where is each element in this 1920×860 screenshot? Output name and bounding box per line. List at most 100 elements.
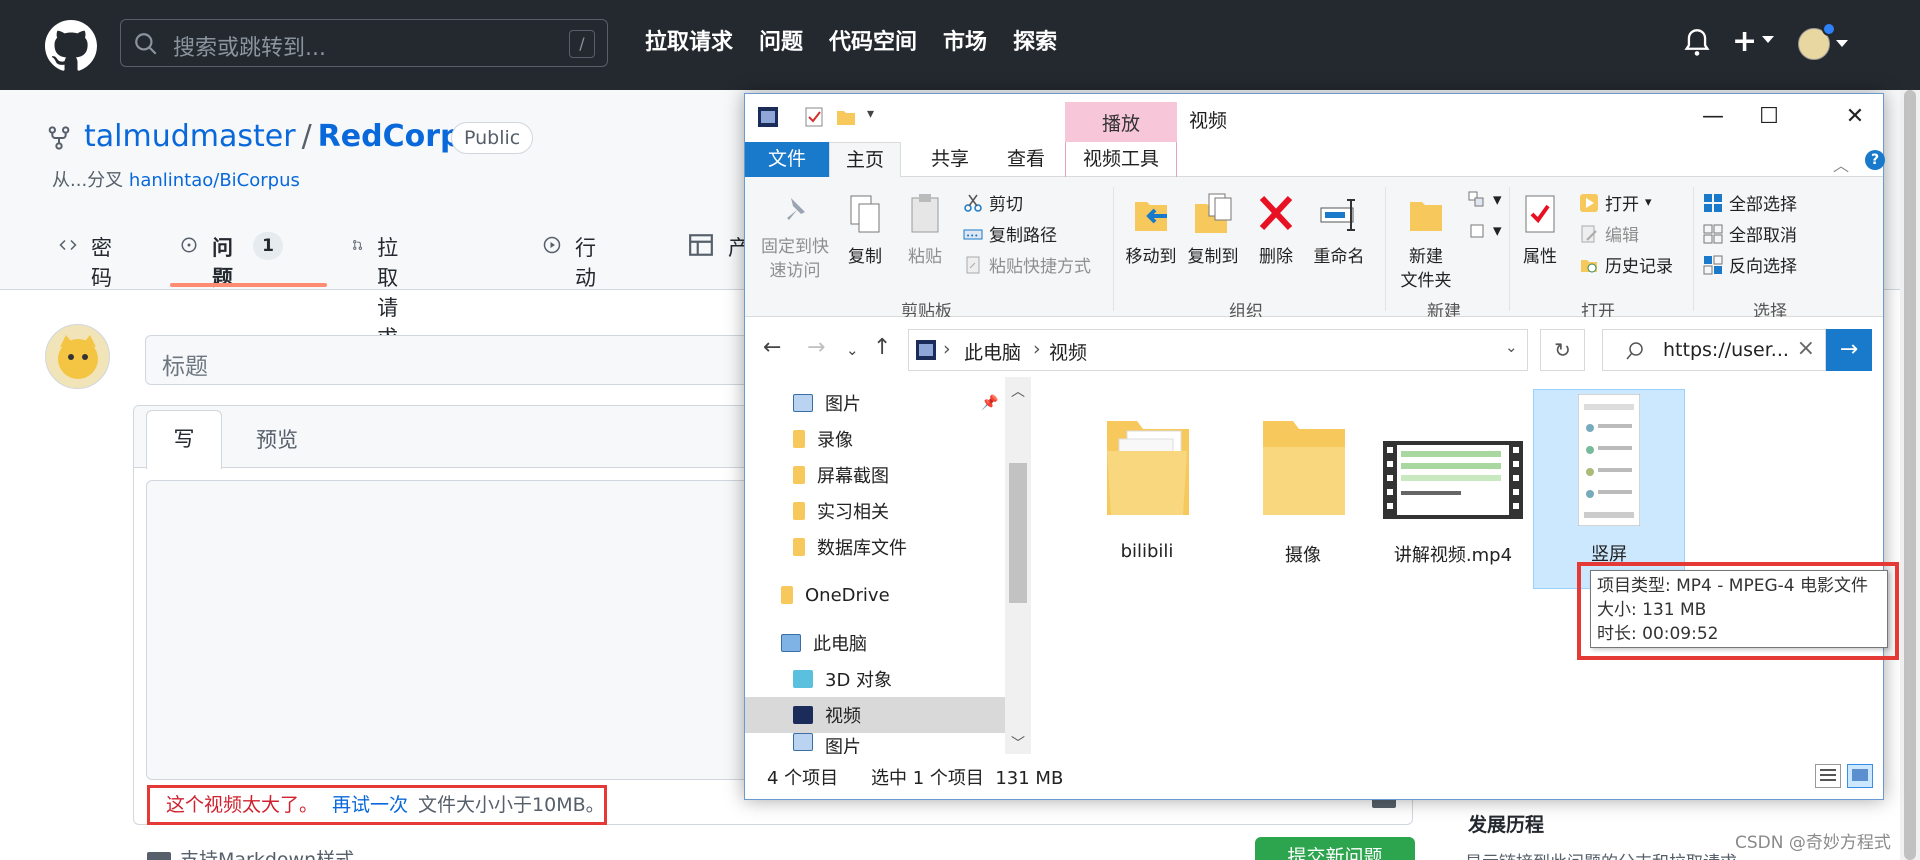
maximize-button[interactable]: ☐ bbox=[1741, 100, 1797, 136]
address-bar[interactable]: › 此电脑 › 视频 ⌄ bbox=[908, 329, 1528, 371]
file-item-bilibili[interactable]: bilibili bbox=[1071, 391, 1223, 581]
paste-shortcut-button[interactable]: 粘贴快捷方式 bbox=[963, 252, 1091, 277]
retry-link[interactable]: 再试一次 bbox=[332, 794, 408, 816]
scroll-up-icon[interactable]: ︿ bbox=[1011, 381, 1025, 401]
collapse-ribbon-icon[interactable]: ︿ bbox=[1833, 152, 1849, 176]
search-go-button[interactable]: → bbox=[1826, 329, 1872, 371]
copy-to-label: 复制到 bbox=[1187, 247, 1239, 267]
edit-button[interactable]: 编辑 bbox=[1579, 221, 1639, 246]
tab-actions[interactable]: 行动 bbox=[543, 232, 604, 290]
nav-item-label: 视频 bbox=[825, 706, 861, 727]
help-icon[interactable]: ? bbox=[1865, 150, 1885, 170]
file-item-camera[interactable]: 摄像 bbox=[1227, 391, 1379, 581]
nav-scroll-thumb[interactable] bbox=[1009, 463, 1027, 603]
properties-checkbox-icon[interactable] bbox=[803, 106, 825, 128]
copy-path-button[interactable]: ••• 复制路径 bbox=[963, 221, 1057, 246]
nav-item-pictures-2[interactable]: 图片 bbox=[745, 733, 1005, 754]
file-item-lecture-video[interactable]: 讲解视频.mp4 bbox=[1377, 391, 1529, 581]
cut-button[interactable]: 剪切 bbox=[963, 190, 1023, 215]
select-none-button[interactable]: 全部取消 bbox=[1703, 221, 1797, 246]
nav-item-internship[interactable]: 实习相关 bbox=[745, 493, 1005, 529]
issue-title-input[interactable]: 标题 bbox=[145, 335, 785, 385]
nav-item-3d-objects[interactable]: 3D 对象 bbox=[745, 661, 1005, 697]
close-button[interactable]: ✕ bbox=[1827, 100, 1883, 136]
pin-quick-access-button[interactable]: 固定到快 速访问 bbox=[755, 192, 835, 283]
scroll-down-icon[interactable]: ﹀ bbox=[1011, 733, 1025, 753]
new-folder-qa-icon[interactable] bbox=[835, 106, 857, 128]
create-new-button[interactable]: + bbox=[1732, 24, 1757, 59]
github-logo-icon[interactable] bbox=[45, 20, 97, 72]
chevron-down-icon[interactable] bbox=[1836, 40, 1848, 47]
forked-from: 从...分叉 hanlintao/BiCorpus bbox=[52, 166, 300, 192]
chevron-down-icon: ▾ bbox=[1493, 221, 1502, 241]
issue-author-avatar bbox=[45, 324, 110, 389]
nav-item-onedrive[interactable]: OneDrive bbox=[745, 577, 1005, 613]
chevron-down-icon[interactable] bbox=[1762, 36, 1774, 43]
nav-issues[interactable]: 问题 bbox=[759, 24, 803, 56]
pictures-icon bbox=[793, 733, 813, 751]
nav-explore[interactable]: 探索 bbox=[1013, 24, 1057, 56]
large-icons-view-button[interactable] bbox=[1847, 764, 1873, 788]
properties-button[interactable]: 属性 bbox=[1515, 192, 1565, 269]
menu-video-tools[interactable]: 视频工具 bbox=[1065, 142, 1177, 177]
nav-marketplace[interactable]: 市场 bbox=[943, 24, 987, 56]
nav-codespaces[interactable]: 代码空间 bbox=[829, 24, 917, 56]
chevron-down-icon[interactable]: ⌄ bbox=[1505, 338, 1518, 356]
new-folder-label-line2: 文件夹 bbox=[1400, 271, 1452, 291]
nav-item-database[interactable]: 数据库文件 bbox=[745, 529, 1005, 565]
menu-home[interactable]: 主页 bbox=[829, 142, 901, 177]
copy-button[interactable]: 复制 bbox=[840, 192, 890, 269]
new-item-button[interactable]: ▾ bbox=[1467, 190, 1502, 210]
delete-button[interactable]: 删除 bbox=[1251, 192, 1301, 269]
up-button[interactable]: ↑ bbox=[873, 335, 891, 360]
file-item-vertical-video[interactable]: 竖屏 bbox=[1533, 389, 1685, 589]
nav-item-this-pc[interactable]: 此电脑 bbox=[745, 625, 1005, 661]
recent-locations-button[interactable]: ⌄ bbox=[846, 341, 859, 359]
open-button[interactable]: 打开 ▾ bbox=[1579, 190, 1652, 215]
bell-icon[interactable] bbox=[1683, 28, 1711, 58]
new-folder-button[interactable]: 新建 文件夹 bbox=[1391, 192, 1461, 293]
move-to-button[interactable]: 移动到 bbox=[1121, 192, 1181, 269]
tab-issues[interactable]: 问题 1 bbox=[180, 232, 283, 290]
nav-item-screenshots[interactable]: 屏幕截图 bbox=[745, 457, 1005, 493]
page-scrollbar[interactable] bbox=[1900, 90, 1920, 860]
menu-share[interactable]: 共享 bbox=[915, 142, 985, 177]
github-search-input[interactable]: 搜索或跳转到... / bbox=[120, 19, 608, 67]
fork-source-link[interactable]: hanlintao/BiCorpus bbox=[129, 170, 300, 191]
nav-pane-scrollbar[interactable]: ︿ ﹀ bbox=[1005, 377, 1031, 754]
tab-pull-requests[interactable]: 拉取请求 bbox=[352, 232, 413, 350]
invert-selection-button[interactable]: 反向选择 bbox=[1703, 252, 1797, 277]
copy-to-button[interactable]: 复制到 bbox=[1181, 192, 1245, 269]
nav-item-videos[interactable]: 视频 bbox=[745, 697, 1005, 733]
tab-preview[interactable]: 预览 bbox=[256, 424, 298, 454]
back-button[interactable]: ← bbox=[763, 335, 781, 360]
tab-projects[interactable]: 产 bbox=[688, 232, 749, 288]
select-all-button[interactable]: 全部选择 bbox=[1703, 190, 1797, 215]
nav-item-pictures[interactable]: 图片 📌 bbox=[745, 385, 1005, 421]
clear-search-icon[interactable]: × bbox=[1797, 336, 1815, 361]
page-scrollbar-thumb[interactable] bbox=[1904, 90, 1916, 860]
properties-icon bbox=[1525, 195, 1555, 233]
nav-pull-requests[interactable]: 拉取请求 bbox=[645, 24, 733, 56]
pin-icon[interactable]: 📌 bbox=[981, 395, 998, 411]
breadcrumb-this-pc[interactable]: 此电脑 bbox=[964, 338, 1021, 365]
forward-button[interactable]: → bbox=[807, 335, 825, 360]
playback-context-tab[interactable]: 播放 bbox=[1065, 102, 1177, 146]
paste-button[interactable]: 粘贴 bbox=[900, 192, 950, 269]
tab-write[interactable]: 写 bbox=[146, 410, 222, 469]
refresh-button[interactable]: ↻ bbox=[1540, 329, 1585, 371]
minimize-button[interactable]: — bbox=[1685, 100, 1741, 136]
menu-view[interactable]: 查看 bbox=[991, 142, 1061, 177]
history-button[interactable]: 历史记录 bbox=[1579, 252, 1673, 277]
tab-code[interactable]: 密码 bbox=[59, 232, 120, 290]
easy-access-button[interactable]: ▾ bbox=[1467, 221, 1502, 241]
menu-file[interactable]: 文件 bbox=[745, 142, 829, 177]
explorer-search-input[interactable]: https://user... × bbox=[1602, 329, 1826, 371]
submit-issue-button[interactable]: 提交新问题 bbox=[1255, 837, 1415, 860]
qa-dropdown-icon[interactable]: ▾ bbox=[867, 106, 874, 122]
rename-button[interactable]: 重命名 bbox=[1307, 192, 1371, 269]
nav-item-recordings[interactable]: 录像 bbox=[745, 421, 1005, 457]
breadcrumb-videos[interactable]: 视频 bbox=[1049, 338, 1087, 365]
repo-owner-link[interactable]: talmudmaster bbox=[84, 119, 296, 154]
details-view-button[interactable] bbox=[1815, 764, 1841, 788]
